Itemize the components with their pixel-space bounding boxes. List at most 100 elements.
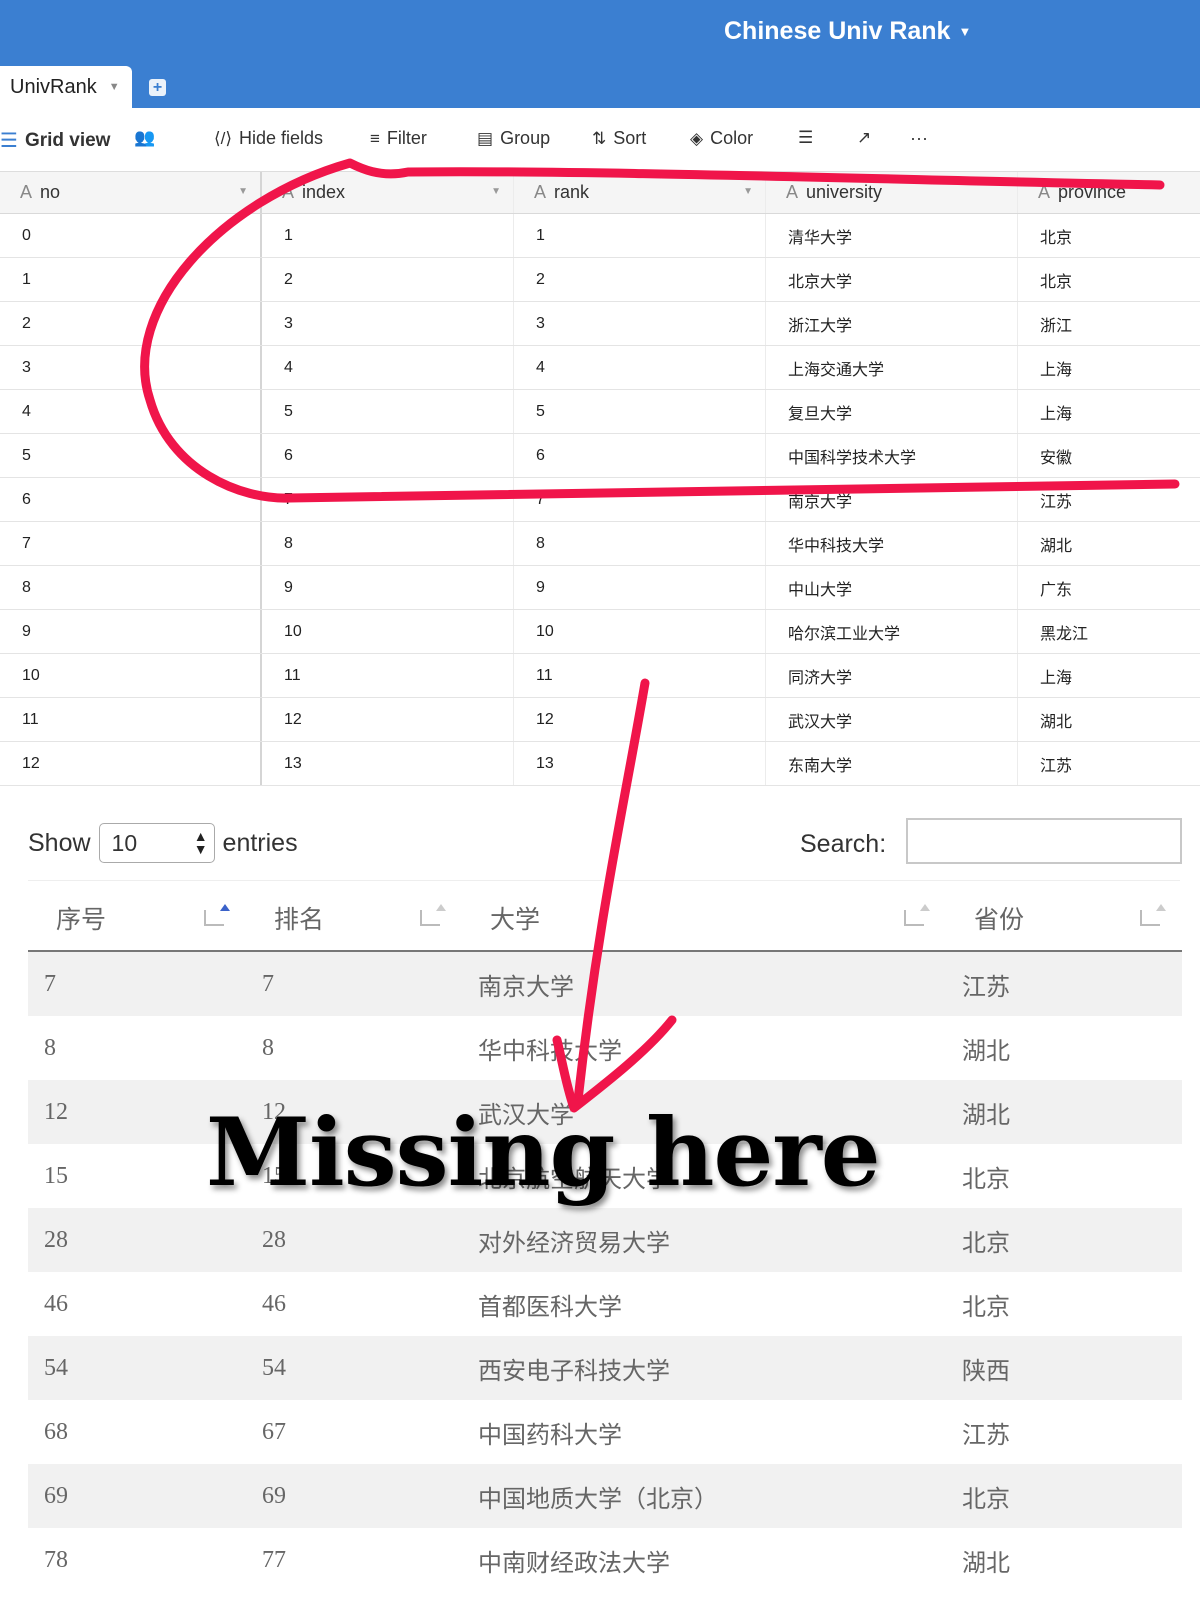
cell-university[interactable]: 武汉大学 bbox=[766, 698, 1018, 741]
cell-no[interactable]: 0 bbox=[0, 214, 262, 257]
grid-row[interactable]: 8 9 9 中山大学 广东 bbox=[0, 566, 1200, 610]
cell-university[interactable]: 同济大学 bbox=[766, 654, 1018, 697]
entries-select[interactable]: 10 ▲ ▼ bbox=[98, 823, 215, 863]
group-button[interactable]: ▤ Group bbox=[477, 128, 550, 149]
cell-province[interactable]: 江苏 bbox=[1018, 742, 1200, 785]
cell-rank[interactable]: 4 bbox=[514, 346, 766, 389]
cell-university[interactable]: 复旦大学 bbox=[766, 390, 1018, 433]
grid-row[interactable]: 11 12 12 武汉大学 湖北 bbox=[0, 698, 1200, 742]
view-switcher[interactable]: ☰ Grid view bbox=[0, 128, 110, 153]
cell-no[interactable]: 10 bbox=[0, 654, 262, 697]
cell-rank[interactable]: 1 bbox=[514, 214, 766, 257]
column-header-province-cn[interactable]: 省份 bbox=[946, 886, 1182, 950]
cell-no[interactable]: 7 bbox=[0, 522, 262, 565]
cell-rank[interactable]: 5 bbox=[514, 390, 766, 433]
cell-no[interactable]: 12 bbox=[0, 742, 262, 785]
cell-index[interactable]: 1 bbox=[262, 214, 514, 257]
grid-row[interactable]: 9 10 10 哈尔滨工业大学 黑龙江 bbox=[0, 610, 1200, 654]
cell-university[interactable]: 清华大学 bbox=[766, 214, 1018, 257]
table-tab[interactable]: UnivRank ▼ bbox=[0, 66, 132, 108]
cell-province[interactable]: 湖北 bbox=[1018, 698, 1200, 741]
cell-province[interactable]: 上海 bbox=[1018, 654, 1200, 697]
cell-province[interactable]: 黑龙江 bbox=[1018, 610, 1200, 653]
cell-province[interactable]: 上海 bbox=[1018, 346, 1200, 389]
cell-province[interactable]: 上海 bbox=[1018, 390, 1200, 433]
cell-university[interactable]: 华中科技大学 bbox=[766, 522, 1018, 565]
sort-button[interactable]: ⇅ Sort bbox=[592, 128, 646, 149]
grid-row[interactable]: 10 11 11 同济大学 上海 bbox=[0, 654, 1200, 698]
row-height-button[interactable]: ☰ bbox=[798, 128, 813, 148]
cell-index[interactable]: 13 bbox=[262, 742, 514, 785]
cell-rank[interactable]: 11 bbox=[514, 654, 766, 697]
add-table-icon[interactable]: + bbox=[149, 79, 166, 96]
cell-university[interactable]: 中山大学 bbox=[766, 566, 1018, 609]
cell-rank[interactable]: 8 bbox=[514, 522, 766, 565]
cell-province[interactable]: 浙江 bbox=[1018, 302, 1200, 345]
grid-row[interactable]: 3 4 4 上海交通大学 上海 bbox=[0, 346, 1200, 390]
grid-row[interactable]: 0 1 1 清华大学 北京 bbox=[0, 214, 1200, 258]
grid-row[interactable]: 4 5 5 复旦大学 上海 bbox=[0, 390, 1200, 434]
cell-index[interactable]: 8 bbox=[262, 522, 514, 565]
cell-university[interactable]: 中国科学技术大学 bbox=[766, 434, 1018, 477]
cell-rank[interactable]: 3 bbox=[514, 302, 766, 345]
cell-index[interactable]: 6 bbox=[262, 434, 514, 477]
cell-university[interactable]: 南京大学 bbox=[766, 478, 1018, 521]
cell-province[interactable]: 湖北 bbox=[1018, 522, 1200, 565]
cell-university[interactable]: 上海交通大学 bbox=[766, 346, 1018, 389]
column-header-university[interactable]: Auniversity bbox=[766, 172, 1018, 213]
cell-province[interactable]: 安徽 bbox=[1018, 434, 1200, 477]
cell-index[interactable]: 10 bbox=[262, 610, 514, 653]
cell-no[interactable]: 5 bbox=[0, 434, 262, 477]
filter-button[interactable]: ≡ Filter bbox=[370, 128, 427, 149]
cell-rank[interactable]: 12 bbox=[514, 698, 766, 741]
column-header-no[interactable]: Ano ▼ bbox=[0, 172, 262, 213]
chevron-down-icon[interactable]: ▼ bbox=[238, 186, 248, 197]
cell-index[interactable]: 11 bbox=[262, 654, 514, 697]
hide-fields-button[interactable]: ⟨/⟩ Hide fields bbox=[214, 128, 323, 149]
cell-no[interactable]: 11 bbox=[0, 698, 262, 741]
cell-index[interactable]: 3 bbox=[262, 302, 514, 345]
cell-rank[interactable]: 9 bbox=[514, 566, 766, 609]
cell-no[interactable]: 8 bbox=[0, 566, 262, 609]
share-view-button[interactable]: ↗ bbox=[857, 128, 871, 148]
grid-row[interactable]: 6 7 7 南京大学 江苏 bbox=[0, 478, 1200, 522]
cell-index[interactable]: 9 bbox=[262, 566, 514, 609]
column-header-rank[interactable]: Arank ▼ bbox=[514, 172, 766, 213]
cell-no[interactable]: 1 bbox=[0, 258, 262, 301]
cell-index[interactable]: 7 bbox=[262, 478, 514, 521]
cell-rank[interactable]: 7 bbox=[514, 478, 766, 521]
cell-university[interactable]: 哈尔滨工业大学 bbox=[766, 610, 1018, 653]
grid-row[interactable]: 5 6 6 中国科学技术大学 安徽 bbox=[0, 434, 1200, 478]
cell-province[interactable]: 北京 bbox=[1018, 258, 1200, 301]
cell-province[interactable]: 江苏 bbox=[1018, 478, 1200, 521]
cell-province[interactable]: 广东 bbox=[1018, 566, 1200, 609]
cell-no[interactable]: 2 bbox=[0, 302, 262, 345]
color-button[interactable]: ◈ Color bbox=[690, 128, 753, 149]
cell-no[interactable]: 3 bbox=[0, 346, 262, 389]
collaborators-button[interactable]: 👥 bbox=[134, 128, 155, 148]
column-header-province[interactable]: Aprovince bbox=[1018, 172, 1200, 213]
grid-row[interactable]: 1 2 2 北京大学 北京 bbox=[0, 258, 1200, 302]
cell-rank[interactable]: 13 bbox=[514, 742, 766, 785]
cell-rank[interactable]: 2 bbox=[514, 258, 766, 301]
more-button[interactable]: ··· bbox=[910, 128, 928, 149]
column-header-rank-cn[interactable]: 排名 bbox=[246, 886, 462, 950]
cell-university[interactable]: 北京大学 bbox=[766, 258, 1018, 301]
grid-row[interactable]: 7 8 8 华中科技大学 湖北 bbox=[0, 522, 1200, 566]
column-header-index[interactable]: Aindex ▼ bbox=[262, 172, 514, 213]
cell-university[interactable]: 浙江大学 bbox=[766, 302, 1018, 345]
column-header-university-cn[interactable]: 大学 bbox=[462, 886, 946, 950]
chevron-down-icon[interactable]: ▼ bbox=[491, 186, 501, 197]
cell-index[interactable]: 12 bbox=[262, 698, 514, 741]
base-title-menu[interactable]: Chinese Univ Rank ▼ bbox=[724, 17, 971, 46]
cell-province[interactable]: 北京 bbox=[1018, 214, 1200, 257]
cell-index[interactable]: 4 bbox=[262, 346, 514, 389]
cell-rank[interactable]: 10 bbox=[514, 610, 766, 653]
cell-rank[interactable]: 6 bbox=[514, 434, 766, 477]
cell-no[interactable]: 6 bbox=[0, 478, 262, 521]
column-header-seq[interactable]: 序号 bbox=[28, 886, 246, 950]
grid-row[interactable]: 2 3 3 浙江大学 浙江 bbox=[0, 302, 1200, 346]
cell-index[interactable]: 2 bbox=[262, 258, 514, 301]
grid-row[interactable]: 12 13 13 东南大学 江苏 bbox=[0, 742, 1200, 786]
cell-no[interactable]: 9 bbox=[0, 610, 262, 653]
